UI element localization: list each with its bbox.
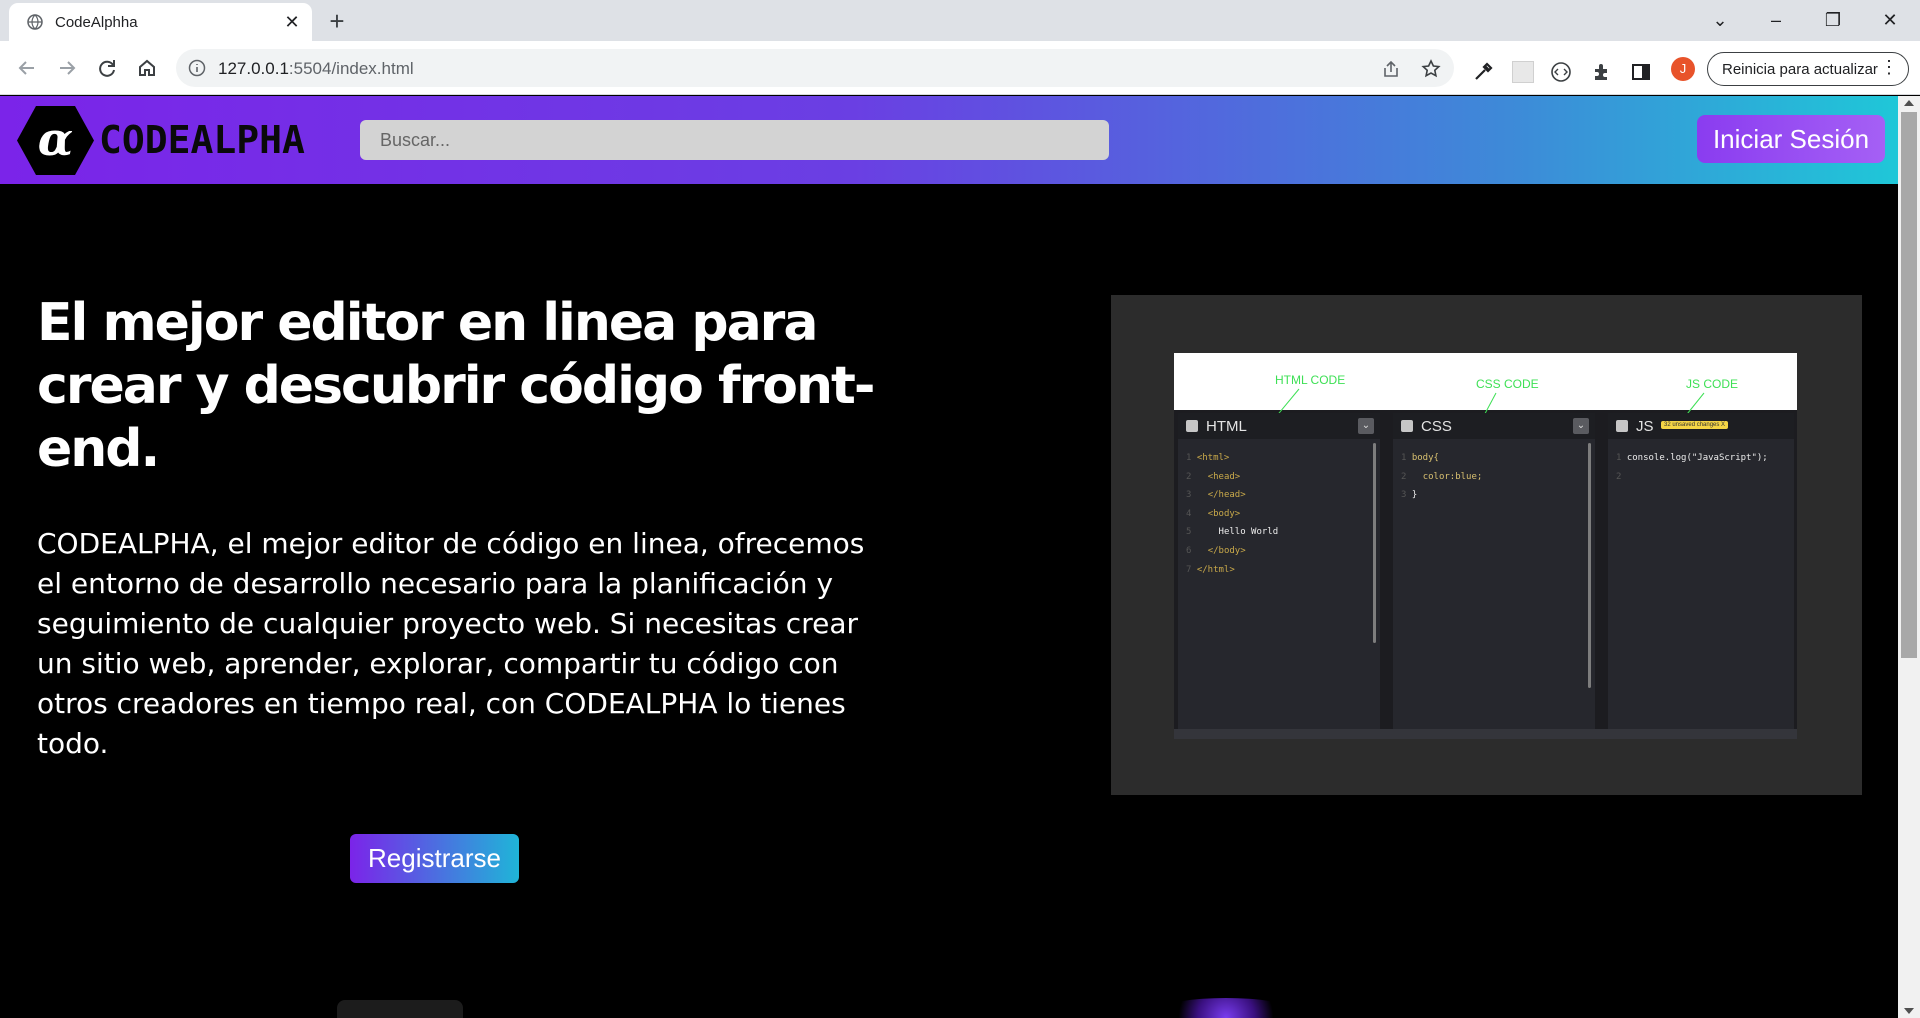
minimize-button[interactable]: – (1756, 4, 1796, 36)
extensions-icon[interactable] (1590, 61, 1612, 83)
gear-icon (1186, 420, 1198, 432)
search-input[interactable] (360, 120, 1109, 160)
address-bar[interactable]: 127.0.0.1:5504/index.html (176, 49, 1454, 87)
menu-dots-icon[interactable]: ⋮ (1880, 57, 1898, 78)
code-line: console.log("JavaScript"); (1626, 453, 1768, 463)
scroll-up-icon[interactable] (1904, 100, 1914, 106)
info-icon[interactable] (188, 59, 206, 77)
logo-hexagon-icon[interactable]: α (16, 105, 95, 176)
hero-description: CODEALPHA, el mejor editor de código en … (37, 527, 865, 760)
login-button[interactable]: Iniciar Sesión (1697, 115, 1885, 163)
back-icon[interactable] (12, 53, 42, 83)
pane-scrollbar (1588, 443, 1591, 688)
css-code: 1 body{ 2 color:blue; 3 } (1401, 453, 1483, 501)
restore-button[interactable]: ❐ (1813, 4, 1853, 36)
js-pane-header: JS 32 unsaved changes X (1608, 413, 1794, 439)
code-line: } (1411, 490, 1418, 501)
url-host: 127.0.0.1 (218, 59, 289, 78)
reload-icon[interactable] (92, 53, 122, 83)
editor-preview-image: HTML CODE CSS CODE JS CODE HTML ⌄ 1 <htm… (1111, 295, 1862, 795)
js-pane-title: JS (1636, 418, 1654, 435)
browser-toolbar: 127.0.0.1:5504/index.html (0, 41, 1920, 95)
tab-title: CodeAlphha (55, 14, 138, 31)
tab-strip: CodeAlphha ✕ + ⌄ – ❐ ✕ (0, 0, 1920, 41)
hero-title: El mejor editor en linea para crear y de… (37, 293, 875, 479)
editor-footer (1174, 729, 1797, 739)
home-icon[interactable] (132, 53, 162, 83)
editor-screenshot: HTML CODE CSS CODE JS CODE HTML ⌄ 1 <htm… (1174, 353, 1797, 739)
url-text[interactable]: 127.0.0.1:5504/index.html (218, 59, 414, 79)
close-window-button[interactable]: ✕ (1870, 4, 1910, 36)
code-line: <body> (1207, 508, 1241, 519)
html-pane-header: HTML ⌄ (1178, 413, 1380, 439)
code-line: </body> (1207, 545, 1246, 556)
code-line: <head> (1207, 471, 1241, 482)
chevron-down-icon: ⌄ (1573, 418, 1589, 434)
code-line: Hello World (1218, 527, 1279, 538)
browser-tab[interactable]: CodeAlphha ✕ (9, 3, 312, 41)
tab-close-icon[interactable]: ✕ (281, 11, 303, 33)
page-scrollbar[interactable] (1898, 96, 1920, 1018)
chevron-down-icon: ⌄ (1358, 418, 1374, 434)
code-line: color:blue; (1422, 471, 1483, 482)
code-line: </html> (1196, 564, 1235, 575)
star-icon[interactable] (1421, 59, 1441, 79)
css-pane-header: CSS ⌄ (1393, 413, 1595, 439)
register-button[interactable]: Registrarse (350, 834, 519, 883)
html-pane-title: HTML (1206, 418, 1247, 435)
html-code: 1 <html> 2 <head> 3 </head> 4 <body> 5 H… (1186, 453, 1279, 575)
extension-placeholder-icon[interactable] (1512, 61, 1534, 83)
update-button[interactable]: Reinicia para actualizar ⋮ (1707, 52, 1909, 86)
unsaved-badge: 32 unsaved changes X (1661, 421, 1729, 429)
url-path: :5504/index.html (288, 59, 414, 78)
share-icon[interactable] (1381, 59, 1401, 79)
profile-avatar[interactable]: J (1671, 57, 1695, 81)
logo-mark: α (38, 112, 73, 166)
gear-icon (1401, 420, 1413, 432)
feature-image-right (1166, 998, 1286, 1018)
scroll-down-icon[interactable] (1904, 1008, 1914, 1014)
site-navbar: α CODEALPHA Iniciar Sesión (0, 96, 1898, 184)
code-line: </head> (1207, 490, 1246, 501)
pane-scrollbar (1373, 443, 1376, 643)
js-code: 1 console.log("JavaScript"); 2 (1616, 453, 1768, 482)
html-pane: HTML ⌄ 1 <html> 2 <head> 3 </head> 4 <bo… (1178, 413, 1380, 729)
globe-icon (27, 14, 43, 30)
gear-icon (1616, 420, 1628, 432)
scroll-thumb[interactable] (1901, 112, 1917, 658)
new-tab-button[interactable]: + (322, 7, 352, 37)
logo-text[interactable]: CODEALPHA (99, 118, 305, 162)
update-label: Reinicia para actualizar (1722, 61, 1878, 78)
sidebar-icon[interactable] (1630, 61, 1652, 83)
code-icon[interactable] (1550, 61, 1572, 83)
web-page: α CODEALPHA Iniciar Sesión El mejor edit… (0, 96, 1898, 1018)
code-line: <html> (1196, 453, 1230, 463)
js-pane: JS 32 unsaved changes X 1 console.log("J… (1608, 413, 1794, 729)
code-line: body{ (1411, 453, 1439, 463)
tab-search-chevron-icon[interactable]: ⌄ (1700, 4, 1740, 36)
forward-icon[interactable] (52, 53, 82, 83)
css-pane: CSS ⌄ 1 body{ 2 color:blue; 3 } (1393, 413, 1595, 729)
eyedropper-icon[interactable] (1472, 61, 1494, 83)
feature-image-left (337, 1000, 463, 1018)
css-pane-title: CSS (1421, 418, 1452, 435)
